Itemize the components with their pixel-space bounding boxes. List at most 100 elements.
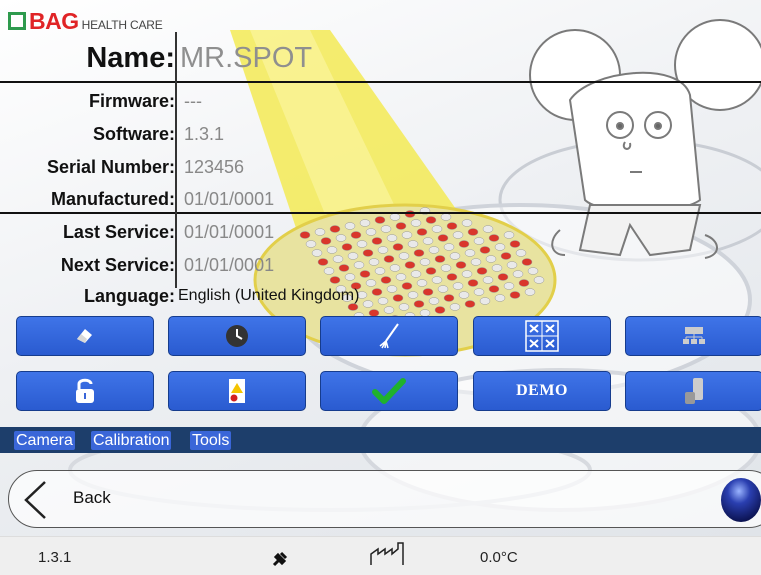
colony-dot [461, 270, 473, 278]
firmware-value: --- [184, 91, 202, 111]
pin-icon [272, 551, 288, 567]
colony-dot [437, 234, 449, 242]
divider [0, 212, 761, 214]
back-button[interactable] [8, 470, 761, 528]
screen: BAG HEALTH CARE Name: MR.SPOT Firmware: … [0, 0, 761, 575]
colony-dot [482, 225, 494, 233]
colony-dot [419, 258, 431, 266]
colony-dot [380, 276, 392, 284]
colony-dot [386, 234, 398, 242]
eraser-button[interactable] [16, 316, 154, 356]
colony-dot [404, 261, 416, 269]
demo-button[interactable]: DEMO [473, 371, 611, 411]
colony-dot [317, 258, 329, 266]
colony-dot [395, 273, 407, 281]
colony-dot [425, 267, 437, 275]
colony-dot [467, 228, 479, 236]
colony-dot [383, 255, 395, 263]
colony-dot [338, 264, 350, 272]
next-service-label: Next Service: [60, 255, 175, 275]
last-service-value: 01/01/0001 [184, 222, 275, 242]
colony-dot [482, 276, 494, 284]
colony-dot [401, 231, 413, 239]
colony-dot [503, 282, 515, 290]
colony-dot [443, 294, 455, 302]
colony-dot [425, 216, 437, 224]
language-label: Language: [83, 286, 175, 306]
colony-dot [323, 267, 335, 275]
colony-dot [398, 303, 410, 311]
colony-dot [332, 255, 344, 263]
back-label: Back [73, 488, 111, 507]
colony-dot [512, 270, 524, 278]
checkmark-icon [372, 378, 406, 404]
clock-button[interactable] [168, 316, 306, 356]
colony-dot [428, 297, 440, 305]
language-value[interactable]: English (United Kingdom) [178, 287, 359, 305]
colony-dot [446, 222, 458, 230]
calibration-tab[interactable]: Calibration [91, 431, 172, 450]
clock-icon [226, 325, 248, 347]
next-service-value: 01/01/0001 [184, 255, 275, 275]
warning-document-button[interactable] [168, 371, 306, 411]
colony-dot [524, 288, 536, 296]
colony-dot [464, 249, 476, 257]
colony-dot [359, 219, 371, 227]
colony-dot [416, 228, 428, 236]
logo-subtitle: HEALTH CARE [81, 18, 163, 32]
colony-dot [479, 297, 491, 305]
manufactured-label: Manufactured: [50, 189, 175, 209]
colony-dot [422, 288, 434, 296]
colony-dot [440, 213, 452, 221]
colony-dot [434, 255, 446, 263]
colony-dot [455, 261, 467, 269]
colony-dot [509, 291, 521, 299]
colony-dot [485, 255, 497, 263]
colony-dot [344, 222, 356, 230]
colony-dot [488, 234, 500, 242]
colony-dot [341, 243, 353, 251]
colony-dot [320, 237, 332, 245]
colony-dot [497, 273, 509, 281]
colony-dot [494, 243, 506, 251]
camera-tab[interactable]: Camera [14, 431, 75, 450]
unlock-button[interactable] [16, 371, 154, 411]
colony-dot [398, 252, 410, 260]
colony-dot [329, 225, 341, 233]
firmware-label: Firmware: [88, 91, 175, 111]
colony-dot [518, 279, 530, 287]
colony-dot [368, 258, 380, 266]
colony-dot [374, 216, 386, 224]
colony-dot [509, 240, 521, 248]
tools-tab[interactable]: Tools [190, 431, 232, 450]
colony-dot [461, 219, 473, 227]
colony-dot [392, 294, 404, 302]
factory-icon [370, 542, 404, 565]
colony-dot [365, 279, 377, 287]
usb-button[interactable] [625, 371, 761, 411]
eraser-icon [77, 329, 92, 343]
colony-dot [527, 267, 539, 275]
colony-dot [380, 225, 392, 233]
last-service-label: Last Service: [62, 222, 175, 242]
name-label: Name: [86, 42, 175, 74]
confirm-button[interactable] [320, 371, 458, 411]
usb-icon [685, 378, 703, 404]
status-orb-icon [721, 478, 761, 522]
network-icon [683, 327, 705, 344]
status-version: 1.3.1 [38, 549, 72, 566]
grid-button[interactable] [473, 316, 611, 356]
logo-brand: BAG [29, 7, 79, 34]
network-button[interactable] [625, 316, 761, 356]
colony-dot [464, 300, 476, 308]
colony-dot [374, 267, 386, 275]
colony-dot [488, 285, 500, 293]
colony-dot [299, 231, 311, 239]
colony-dot [473, 237, 485, 245]
colony-dot [413, 249, 425, 257]
colony-dot [494, 294, 506, 302]
brush-button[interactable] [320, 316, 458, 356]
colony-dot [389, 213, 401, 221]
demo-label: DEMO [516, 382, 568, 399]
colony-dot [326, 246, 338, 254]
